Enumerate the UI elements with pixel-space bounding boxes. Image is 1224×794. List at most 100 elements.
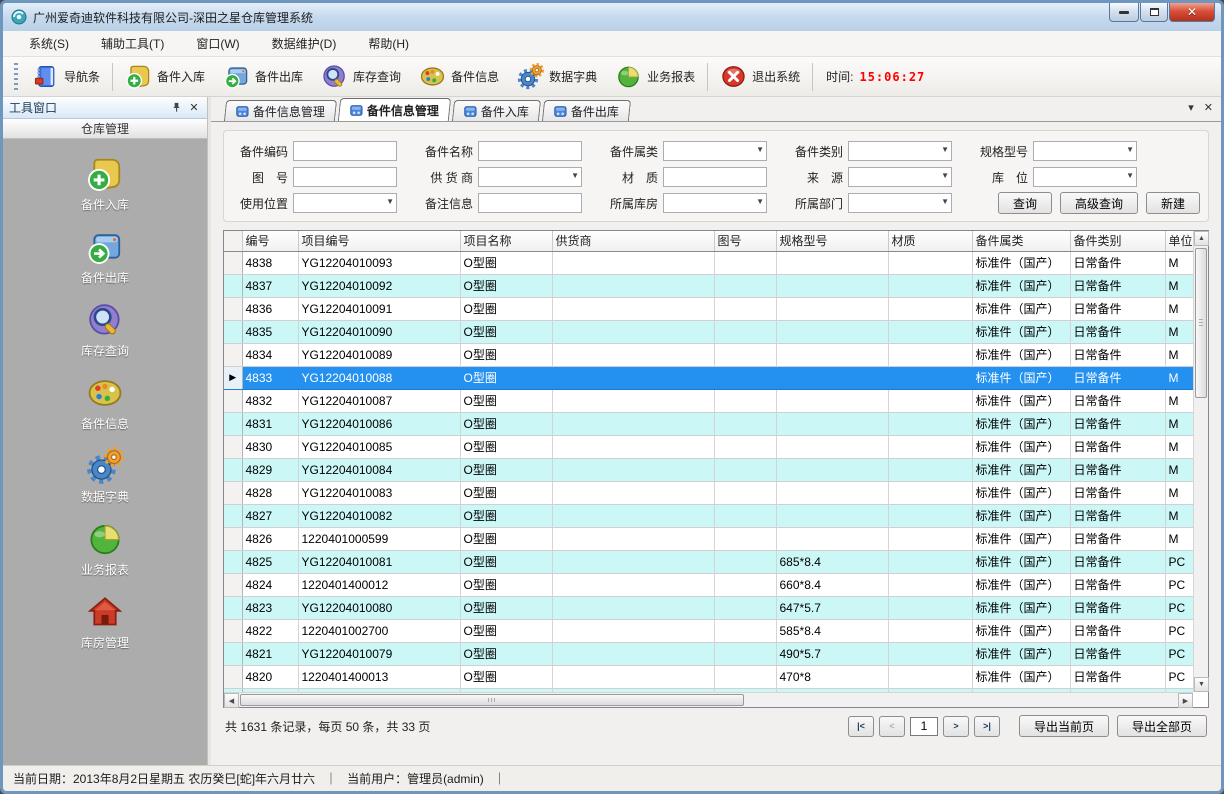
table-row[interactable]: 4838YG12204010093O型圈标准件（国产）日常备件M [224,251,1193,274]
column-header[interactable]: 单位 [1165,231,1193,251]
row-selector[interactable] [224,320,242,343]
export-all-pages-button[interactable]: 导出全部页 [1117,715,1207,737]
column-header[interactable]: 编号 [242,231,298,251]
part-name-input[interactable] [478,141,582,161]
vertical-scrollbar[interactable]: ▲ ▼ [1193,231,1208,692]
row-selector[interactable] [224,458,242,481]
table-row[interactable]: 4831YG12204010086O型圈标准件（国产）日常备件M [224,412,1193,435]
sidebar-item-data-dictionary[interactable]: 数据字典 [81,447,129,505]
table-row[interactable]: 48221220401002700O型圈585*8.4标准件（国产）日常备件PC [224,619,1193,642]
table-row[interactable]: 4823YG12204010080O型圈647*5.7标准件（国产）日常备件PC [224,596,1193,619]
inventory-query-button[interactable]: 库存查询 [312,60,410,94]
table-row[interactable]: 4832YG12204010087O型圈标准件（国产）日常备件M [224,389,1193,412]
part-genus-select[interactable]: ▼ [663,141,767,161]
horizontal-scrollbar[interactable]: ◀ ▶ [224,692,1193,707]
toolbar-grip[interactable] [14,63,18,91]
department-select[interactable]: ▼ [848,193,952,213]
table-row[interactable]: 4827YG12204010082O型圈标准件（国产）日常备件M [224,504,1193,527]
vertical-scroll-thumb[interactable] [1195,248,1207,398]
drawing-no-input[interactable] [293,167,397,187]
row-selector[interactable] [224,274,242,297]
column-header[interactable]: 备件属类 [972,231,1070,251]
row-selector[interactable] [224,412,242,435]
column-header[interactable]: 规格型号 [776,231,888,251]
maximize-button[interactable] [1140,3,1168,22]
tab-parts-outbound[interactable]: 备件出库 [542,100,631,121]
nav-bar-button[interactable]: 导航条 [23,60,109,94]
sidebar-item-parts-inbound[interactable]: 备件入库 [81,155,129,213]
column-header[interactable]: 项目名称 [460,231,552,251]
sidebar-item-parts-outbound[interactable]: 备件出库 [81,228,129,286]
selected-row-marker[interactable]: ▶ [224,366,242,389]
table-row[interactable]: 4821YG12204010079O型圈490*5.7标准件（国产）日常备件PC [224,642,1193,665]
scroll-down-icon[interactable]: ▼ [1194,677,1209,692]
spec-model-select[interactable]: ▼ [1033,141,1137,161]
row-selector[interactable] [224,481,242,504]
table-row[interactable]: 4837YG12204010092O型圈标准件（国产）日常备件M [224,274,1193,297]
row-selector[interactable] [224,251,242,274]
menu-help[interactable]: 帮助(H) [356,31,421,56]
advanced-query-button[interactable]: 高级查询 [1060,192,1138,214]
supplier-select[interactable]: ▼ [478,167,582,187]
close-button[interactable]: ✕ [1169,3,1215,22]
column-header[interactable]: 材质 [888,231,972,251]
pin-icon[interactable] [169,101,183,115]
row-selector[interactable] [224,435,242,458]
remark-input[interactable] [478,193,582,213]
sidebar-item-inventory-query[interactable]: 库存查询 [81,301,129,359]
usage-position-select[interactable]: ▼ [293,193,397,213]
row-selector[interactable] [224,619,242,642]
close-icon[interactable]: ✕ [187,101,201,115]
parts-outbound-button[interactable]: 备件出库 [214,60,312,94]
sidebar-group-warehouse[interactable]: 仓库管理 [3,119,207,139]
parts-info-button[interactable]: 备件信息 [410,60,508,94]
location-select[interactable]: ▼ [1033,167,1137,187]
source-select[interactable]: ▼ [848,167,952,187]
row-selector[interactable] [224,527,242,550]
row-selector[interactable] [224,665,242,688]
row-selector[interactable] [224,642,242,665]
sidebar-item-business-report[interactable]: 业务报表 [81,520,129,578]
query-button[interactable]: 查询 [998,192,1052,214]
export-current-page-button[interactable]: 导出当前页 [1019,715,1109,737]
material-input[interactable] [663,167,767,187]
row-selector[interactable] [224,297,242,320]
first-page-button[interactable]: |< [848,716,874,737]
row-selector[interactable] [224,389,242,412]
table-row[interactable]: 48261220401000599O型圈标准件（国产）日常备件M [224,527,1193,550]
column-header[interactable]: 供货商 [552,231,714,251]
sidebar-item-warehouse-mgmt[interactable]: 库房管理 [81,593,129,651]
column-header[interactable]: 项目编号 [298,231,460,251]
menu-system[interactable]: 系统(S) [17,31,81,56]
table-row[interactable]: 4828YG12204010083O型圈标准件（国产）日常备件M [224,481,1193,504]
page-number-input[interactable] [910,717,938,736]
prev-page-button[interactable]: < [879,716,905,737]
row-selector[interactable] [224,343,242,366]
next-page-button[interactable]: > [943,716,969,737]
data-dictionary-button[interactable]: 数据字典 [508,60,606,94]
menu-data-maintenance[interactable]: 数据维护(D) [260,31,349,56]
table-row[interactable]: ▶4833YG12204010088O型圈标准件（国产）日常备件M [224,366,1193,389]
horizontal-scroll-thumb[interactable] [240,694,744,706]
menu-window[interactable]: 窗口(W) [184,31,251,56]
column-header[interactable]: 图号 [714,231,776,251]
table-row[interactable]: 4836YG12204010091O型圈标准件（国产）日常备件M [224,297,1193,320]
table-row[interactable]: 4830YG12204010085O型圈标准件（国产）日常备件M [224,435,1193,458]
warehouse-select[interactable]: ▼ [663,193,767,213]
tab-parts-inbound[interactable]: 备件入库 [452,100,541,121]
table-row[interactable]: 4834YG12204010089O型圈标准件（国产）日常备件M [224,343,1193,366]
close-icon[interactable]: ✕ [1204,101,1213,114]
row-selector[interactable] [224,573,242,596]
parts-inbound-button[interactable]: 备件入库 [116,60,214,94]
row-selector[interactable] [224,550,242,573]
table-row[interactable]: 4825YG12204010081O型圈685*8.4标准件（国产）日常备件PC [224,550,1193,573]
sidebar-item-parts-info[interactable]: 备件信息 [81,374,129,432]
column-header[interactable]: 备件类别 [1070,231,1165,251]
tab-parts-info-mgmt-2[interactable]: 备件信息管理 [338,98,451,121]
table-row[interactable]: 4835YG12204010090O型圈标准件（国产）日常备件M [224,320,1193,343]
scroll-left-icon[interactable]: ◀ [224,693,239,708]
row-selector[interactable] [224,596,242,619]
part-category-select[interactable]: ▼ [848,141,952,161]
last-page-button[interactable]: >| [974,716,1000,737]
title-bar[interactable]: 广州爱奇迪软件科技有限公司-深田之星仓库管理系统 ✕ [3,3,1221,31]
